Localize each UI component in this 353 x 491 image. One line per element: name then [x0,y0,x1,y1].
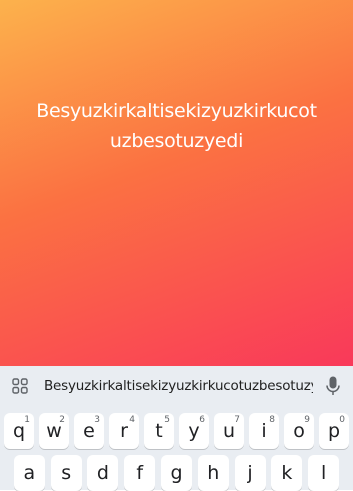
story-text-line-1: Besyuzkirkaltisekizyuzkirkucot [36,100,317,122]
keyboard: Besyuzkirkaltisekizyuzkirkucotuzbesotuzy… [0,366,353,491]
key-label: o [293,420,305,442]
key-q[interactable]: q1 [4,413,34,449]
key-e[interactable]: e3 [74,413,104,449]
key-t[interactable]: t5 [144,413,174,449]
key-i[interactable]: i8 [249,413,279,449]
keyboard-row-1: q1 w2 e3 r4 t5 y6 u7 i8 o9 p0 [0,413,353,449]
key-d[interactable]: d [87,455,119,491]
suggestion-bar: Besyuzkirkaltisekizyuzkirkucotuzbesotuzy… [0,366,353,406]
key-h[interactable]: h [197,455,229,491]
key-label: t [155,420,163,442]
key-s[interactable]: s [50,455,82,491]
key-label: p [327,420,341,442]
key-label: u [222,420,236,442]
key-hint: 8 [269,415,275,425]
key-hint: 0 [339,415,345,425]
key-label: y [188,420,200,442]
key-hint: 9 [304,415,310,425]
key-r[interactable]: r4 [109,413,139,449]
key-f[interactable]: f [124,455,156,491]
key-w[interactable]: w2 [39,413,69,449]
apps-button[interactable] [0,366,40,406]
key-l[interactable]: l [308,455,340,491]
key-a[interactable]: a [13,455,45,491]
key-hint: 7 [234,415,240,425]
story-text-line-2: uzbesotuzyedi [109,130,244,152]
key-label: e [83,420,95,442]
key-y[interactable]: y6 [179,413,209,449]
story-text[interactable]: Besyuzkirkaltisekizyuzkirkucot uzbesotuz… [0,96,353,156]
key-hint: 4 [129,415,135,425]
key-u[interactable]: u7 [214,413,244,449]
key-hint: 5 [164,415,170,425]
suggestion-word[interactable]: Besyuzkirkaltisekizyuzkirkucotuzbesotuzy… [40,378,313,394]
key-label: i [261,420,267,442]
key-g[interactable]: g [161,455,192,491]
microphone-icon [326,376,340,395]
story-canvas[interactable]: Besyuzkirkaltisekizyuzkirkucot uzbesotuz… [0,0,353,366]
key-j[interactable]: j [234,455,266,491]
key-hint: 2 [59,415,65,425]
voice-input-button[interactable] [313,366,353,406]
key-hint: 3 [94,415,100,425]
key-hint: 1 [24,415,30,425]
key-o[interactable]: o9 [284,413,314,449]
grid-icon [12,378,28,394]
key-label: q [12,420,26,442]
key-p[interactable]: p0 [319,413,349,449]
keyboard-row-2: a s d f g h j k l [0,455,353,491]
key-hint: 6 [199,415,205,425]
key-k[interactable]: k [271,455,303,491]
key-label: r [120,420,128,442]
